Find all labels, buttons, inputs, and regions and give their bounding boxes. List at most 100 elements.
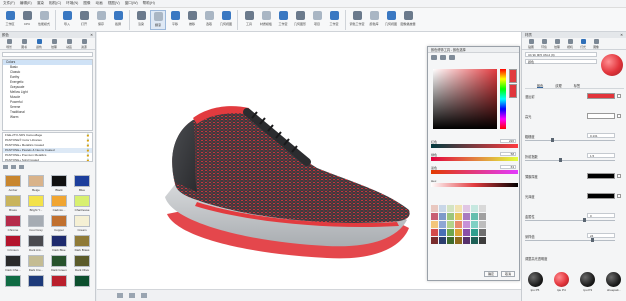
material-thumbnail[interactable]: tpu P3 bbox=[578, 272, 598, 292]
palette-color-cell[interactable] bbox=[479, 237, 486, 244]
material-thumbnail[interactable]: shoepatt... bbox=[604, 272, 624, 292]
green-value[interactable]: 58 bbox=[500, 152, 516, 156]
toolbar-button[interactable]: 几何视图 bbox=[218, 10, 234, 30]
toolbar-button[interactable]: 调色工作室 bbox=[349, 10, 365, 30]
toolbar-button[interactable]: 打开 bbox=[76, 10, 92, 30]
menu-item[interactable]: 图像 bbox=[83, 1, 90, 6]
search-input[interactable] bbox=[2, 52, 93, 57]
palette-color-cell[interactable] bbox=[439, 237, 446, 244]
menu-item[interactable]: 视图(V) bbox=[108, 1, 120, 6]
slider-handle[interactable] bbox=[591, 238, 594, 242]
palette-color-cell[interactable] bbox=[431, 205, 438, 212]
color-swatch[interactable]: Dark Green bbox=[49, 255, 69, 275]
toolbar-button[interactable]: 工具 bbox=[241, 10, 257, 30]
list-view-icon[interactable] bbox=[11, 164, 16, 169]
palette-color-cell[interactable] bbox=[455, 213, 462, 220]
property-value-field[interactable]: 0.131 bbox=[587, 133, 615, 138]
play-icon[interactable] bbox=[117, 293, 123, 298]
toolbar-button[interactable]: 几何图形 bbox=[292, 10, 308, 30]
color-swatch[interactable]: Cadmiu... bbox=[49, 195, 69, 215]
color-swatch[interactable]: Dark Olive bbox=[72, 255, 92, 275]
palette-color-cell[interactable] bbox=[431, 229, 438, 236]
pause-icon[interactable] bbox=[129, 293, 135, 298]
color-swatch[interactable]: Dark Cha... bbox=[3, 255, 23, 275]
toolbar-button[interactable]: 截屏 bbox=[110, 10, 126, 30]
color-swatch[interactable]: Cream bbox=[72, 215, 92, 235]
palette-color-cell[interactable] bbox=[463, 237, 470, 244]
slider-handle[interactable] bbox=[551, 138, 554, 142]
color-swatch[interactable]: Dark Blue bbox=[49, 235, 69, 255]
library-tab[interactable]: 颜色 bbox=[32, 39, 46, 49]
menu-item[interactable]: 编辑(E) bbox=[20, 1, 32, 6]
property-color-swatch[interactable] bbox=[587, 173, 615, 179]
palette-icon[interactable] bbox=[449, 54, 455, 60]
toolbar-button[interactable]: 渲染 bbox=[133, 10, 149, 30]
palette-item[interactable]: Warm bbox=[3, 115, 92, 120]
material-subtab[interactable]: 纹理 bbox=[555, 83, 561, 88]
library-tab[interactable]: 纹理 bbox=[47, 39, 61, 49]
swatch-icon[interactable] bbox=[440, 54, 446, 60]
library-tab[interactable]: 资源 bbox=[77, 39, 91, 49]
material-thumbnail[interactable]: tpu P5 bbox=[525, 272, 545, 292]
project-tab[interactable]: 贴图 bbox=[525, 39, 537, 49]
palette-color-cell[interactable] bbox=[439, 205, 446, 212]
palette-color-cell[interactable] bbox=[463, 221, 470, 228]
palette-color-cell[interactable] bbox=[447, 221, 454, 228]
toolbar-button[interactable]: 导入 bbox=[59, 10, 75, 30]
color-swatch[interactable]: Dark Brass bbox=[72, 235, 92, 255]
material-name-field[interactable]: Ub 9b 9F5 UM-2 (9) bbox=[525, 52, 597, 57]
toolbar-button[interactable]: 图像播放器 bbox=[400, 10, 416, 30]
toolbar-button[interactable]: 工作区 bbox=[2, 10, 18, 30]
menu-item[interactable]: 帮助(H) bbox=[143, 1, 155, 6]
property-slider[interactable] bbox=[525, 160, 615, 161]
property-slider[interactable] bbox=[525, 140, 615, 141]
toolbar-button[interactable]: CPU bbox=[19, 10, 35, 30]
palette-color-cell[interactable] bbox=[479, 221, 486, 228]
material-subtab[interactable]: 标签 bbox=[574, 83, 580, 88]
hue-slider[interactable] bbox=[500, 69, 506, 129]
toolbar-button[interactable]: 性能模式 bbox=[36, 10, 52, 30]
property-slider[interactable] bbox=[525, 240, 615, 241]
palette-color-cell[interactable] bbox=[439, 213, 446, 220]
palette-color-cell[interactable] bbox=[455, 229, 462, 236]
material-subtab[interactable]: 颜色 bbox=[537, 83, 544, 88]
close-icon[interactable]: ✕ bbox=[620, 32, 623, 38]
color-swatch[interactable]: Dark Cre... bbox=[26, 255, 46, 275]
color-swatch[interactable] bbox=[49, 275, 69, 295]
palette-color-cell[interactable] bbox=[471, 205, 478, 212]
library-tab[interactable]: 动画 bbox=[62, 39, 76, 49]
value-slider[interactable] bbox=[431, 183, 518, 187]
toolbar-button[interactable]: 工作室 bbox=[275, 10, 291, 30]
close-icon[interactable]: ✕ bbox=[90, 32, 93, 38]
palette-color-cell[interactable] bbox=[479, 205, 486, 212]
color-swatch[interactable]: Cool Grey bbox=[26, 215, 46, 235]
menu-item[interactable]: 环境(N) bbox=[66, 1, 78, 6]
grid-view-icon[interactable] bbox=[3, 164, 8, 169]
toolbar-button[interactable]: 材质模板 bbox=[258, 10, 274, 30]
slider-handle[interactable] bbox=[583, 218, 586, 222]
color-swatch[interactable]: Bright Y... bbox=[26, 195, 46, 215]
palette-color-cell[interactable] bbox=[479, 229, 486, 236]
red-value[interactable]: 226 bbox=[500, 139, 516, 143]
material-thumbnail[interactable]: tpu P4 bbox=[551, 272, 571, 292]
ok-button[interactable]: 确定 bbox=[484, 271, 498, 277]
palette-color-cell[interactable] bbox=[431, 213, 438, 220]
texture-checkbox[interactable] bbox=[617, 94, 621, 98]
red-slider[interactable] bbox=[431, 144, 518, 148]
palette-color-cell[interactable] bbox=[431, 221, 438, 228]
library-tab[interactable]: 图书 bbox=[17, 39, 31, 49]
palette-color-cell[interactable] bbox=[479, 213, 486, 220]
cancel-button[interactable]: 取消 bbox=[501, 271, 515, 277]
menu-item[interactable]: 文件(F) bbox=[3, 1, 15, 6]
color-swatch[interactable]: Amber bbox=[3, 175, 23, 195]
property-value-field[interactable]: 0 bbox=[587, 213, 615, 218]
toolbar-button[interactable]: 平移 bbox=[167, 10, 183, 30]
blue-value[interactable]: 63 bbox=[500, 165, 516, 169]
palette-color-cell[interactable] bbox=[463, 213, 470, 220]
eyedropper-icon[interactable] bbox=[431, 54, 437, 60]
color-swatch[interactable]: Crimson bbox=[3, 235, 23, 255]
color-swatch[interactable]: Copper bbox=[49, 215, 69, 235]
palette-color-cell[interactable] bbox=[471, 229, 478, 236]
menu-item[interactable]: 窗口(W) bbox=[125, 1, 138, 6]
palette-color-cell[interactable] bbox=[439, 221, 446, 228]
